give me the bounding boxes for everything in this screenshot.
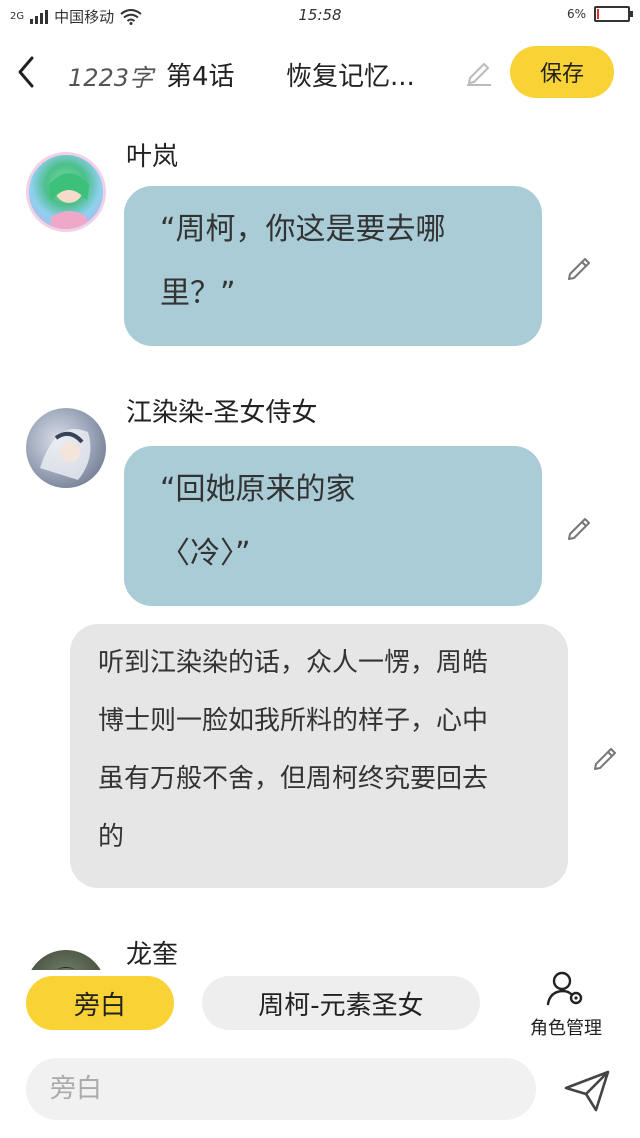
chevron-left-icon: [18, 56, 34, 88]
avatar[interactable]: [26, 950, 106, 970]
composer: [0, 1058, 640, 1122]
status-bar: 2G 中国移动 15:58 6%: [0, 0, 640, 32]
battery-fill: [597, 9, 599, 19]
editor-header: 1223字 第4话 恢复记忆... 保存: [0, 40, 640, 104]
speaker-name: 叶岚: [126, 142, 179, 172]
status-time: 15:58: [298, 6, 342, 24]
message-bubble[interactable]: “周柯，你这是要去哪 里？”: [124, 186, 542, 346]
send-icon: [564, 1070, 610, 1112]
message-line: 博士则一脸如我所料的样子，心中: [98, 706, 489, 736]
edit-title-button[interactable]: [464, 56, 494, 86]
role-management-label: 角色管理: [530, 1018, 602, 1039]
edit-message-button[interactable]: [592, 742, 620, 770]
back-button[interactable]: [12, 54, 42, 90]
pencil-icon: [594, 748, 616, 770]
chapter-label: 第4话: [166, 62, 235, 92]
battery-percent: 6%: [566, 7, 586, 21]
message-line: “周柯，你这是要去哪: [160, 212, 446, 247]
chat-area[interactable]: 叶岚 “周柯，你这是要去哪 里？” 江染染-圣女侍女 “回她原来的家 〈冷〉” …: [0, 110, 640, 970]
message-input[interactable]: [26, 1058, 536, 1120]
role-selector: 旁白 周柯-元素圣女 角色管理: [0, 971, 640, 1040]
user-gear-icon: [546, 971, 583, 1006]
character-portrait: [49, 173, 89, 229]
role-chip-narration[interactable]: 旁白: [26, 976, 174, 1030]
message-line: 〈冷〉”: [160, 536, 251, 571]
pencil-icon: [568, 518, 590, 540]
status-right: 6%: [566, 6, 633, 22]
battery-icon: [594, 6, 633, 22]
message-line: 听到江染染的话，众人一愣，周皓: [98, 648, 489, 678]
pencil-icon: [568, 258, 590, 280]
word-count: 1223字: [68, 64, 154, 92]
pencil-icon: [467, 63, 491, 86]
narration-bubble[interactable]: 听到江染染的话，众人一愣，周皓 博士则一脸如我所料的样子，心中 虽有万般不舍，但…: [70, 624, 568, 888]
send-button[interactable]: [562, 1066, 612, 1116]
save-button[interactable]: 保存: [510, 46, 614, 98]
character-portrait: [40, 428, 91, 480]
role-management-button[interactable]: 角色管理: [516, 970, 616, 1039]
chapter-title[interactable]: 恢复记忆...: [286, 56, 446, 93]
edit-message-button[interactable]: [566, 512, 594, 540]
message-bubble[interactable]: “回她原来的家 〈冷〉”: [124, 446, 542, 606]
avatar[interactable]: [26, 152, 106, 232]
message-line: 里？”: [160, 276, 236, 311]
message-line: “回她原来的家: [160, 472, 356, 507]
speaker-name: 江染染-圣女侍女: [126, 398, 318, 428]
character-portrait: [54, 967, 78, 970]
role-chip-zhouke[interactable]: 周柯-元素圣女: [202, 976, 480, 1030]
message-line: 虽有万般不舍，但周柯终究要回去: [98, 764, 489, 794]
message-line: 的: [98, 822, 125, 852]
edit-message-button[interactable]: [566, 252, 594, 280]
speaker-name: 龙奎: [126, 940, 179, 970]
avatar[interactable]: [26, 408, 106, 488]
